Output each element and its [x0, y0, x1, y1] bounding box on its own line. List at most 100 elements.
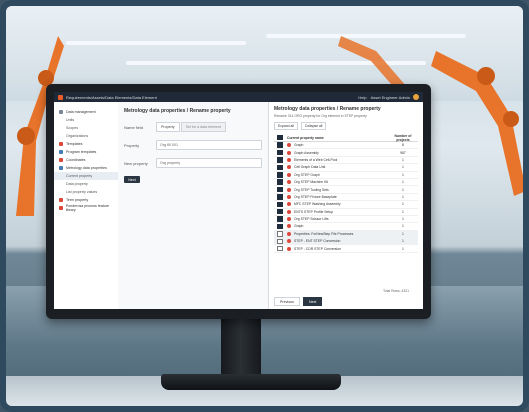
photo-frame: Requirements/Assets/Data Elements/Data E… — [0, 0, 529, 412]
table-row[interactable]: Graph 8 — [274, 142, 418, 150]
expand-all-button[interactable]: Expand all — [274, 122, 298, 130]
row-checkbox[interactable] — [277, 157, 283, 163]
project-count: 1 — [402, 239, 404, 244]
table-row[interactable]: Org STEP Fixture Baseplate 1 — [274, 194, 418, 202]
project-count: 1 — [402, 194, 404, 199]
table-row[interactable]: Graph Assembly 987 — [274, 149, 418, 157]
table-row[interactable]: Org STEP Tooling Sets 1 — [274, 186, 418, 194]
project-count: 1 — [402, 246, 404, 251]
table-row[interactable]: MFC STEP Washing Assembly 1 — [274, 201, 418, 209]
project-count: 1 — [402, 209, 404, 214]
sidebar-item[interactable]: Ponderosa process feature library — [54, 204, 118, 212]
form-row: New property Org property — [124, 158, 262, 168]
sidebar-item[interactable]: Program templates — [54, 148, 118, 156]
property-name: STEP - ENT STEP Conversion — [294, 239, 341, 244]
table-row[interactable]: STEP - CDR STEP Conversion 1 — [274, 245, 418, 253]
table-row[interactable]: Org STEP Machine Kit 1 — [274, 179, 418, 187]
robot-arm-right — [431, 51, 523, 196]
sidebar-item[interactable]: Organizations — [54, 132, 118, 140]
row-checkbox[interactable] — [277, 172, 283, 178]
property-select[interactable]: Org 80 001 — [156, 140, 262, 150]
column-header-name[interactable]: Current property name — [287, 136, 388, 140]
nav-icon — [59, 198, 63, 202]
row-checkbox[interactable] — [277, 245, 283, 252]
sidebar-item[interactable]: Coordinates — [54, 156, 118, 164]
project-count: 1 — [402, 172, 404, 177]
sidebar-item[interactable]: Metrology data properties — [54, 164, 118, 172]
row-checkbox[interactable] — [277, 231, 283, 237]
row-checkbox[interactable] — [277, 142, 283, 148]
field-label: New property — [124, 160, 148, 166]
sidebar-item[interactable]: Templates — [54, 140, 118, 148]
row-checkbox[interactable] — [277, 186, 283, 193]
project-count: 1 — [402, 165, 404, 170]
name-field-tabs: Property Set for a data element — [156, 122, 227, 132]
project-count: 1 — [402, 231, 404, 236]
row-checkbox[interactable] — [277, 179, 283, 185]
sidebar-item-label: List property values — [66, 190, 98, 194]
help-menu[interactable]: Help — [358, 95, 366, 100]
table-row[interactable]: Cell Graph Data Unit 1 — [274, 164, 418, 172]
new-property-input[interactable]: Org property — [156, 158, 262, 168]
project-count: 1 — [402, 157, 404, 162]
next-button[interactable]: Next — [124, 176, 140, 183]
row-checkbox[interactable] — [277, 216, 283, 222]
table-row[interactable]: STEP - ENT STEP Conversion 1 — [274, 238, 418, 246]
property-name: Org STEP Graph — [294, 172, 320, 177]
property-icon — [287, 217, 291, 222]
property-icon — [287, 143, 291, 148]
table-header: Current property name Number of projects — [274, 134, 418, 142]
sidebar-item-label: Units — [66, 118, 75, 122]
property-icon — [287, 150, 291, 155]
row-checkbox[interactable] — [277, 164, 283, 171]
field-label: Name field — [124, 124, 144, 130]
user-name[interactable]: Asset Engineer Admin — [371, 95, 410, 100]
property-list-panel: Metrology data properties / Rename prope… — [268, 102, 423, 309]
select-all-checkbox[interactable] — [277, 134, 283, 141]
nav-icon — [59, 142, 63, 146]
project-count: 987 — [400, 150, 406, 155]
sidebar-item-label: Data management — [66, 110, 96, 114]
collapse-all-button[interactable]: Collapse all — [300, 122, 327, 130]
tab-set-for-data-element[interactable]: Set for a data element — [180, 122, 226, 132]
property-name: ENTS STEP Profile Setup — [294, 209, 334, 214]
tab-property[interactable]: Property — [156, 122, 180, 132]
table-row[interactable]: ENTS STEP Profile Setup 1 — [274, 208, 418, 216]
sidebar-item[interactable]: Scopes — [54, 124, 118, 132]
property-icon — [287, 209, 291, 214]
row-checkbox[interactable] — [277, 201, 283, 208]
previous-button[interactable]: Previous — [274, 297, 300, 306]
table-row[interactable]: Elements of a Web Cell-Pool 1 — [274, 157, 418, 165]
sidebar-item-label: Program templates — [66, 150, 97, 154]
sidebar-item[interactable]: Data property — [54, 180, 118, 188]
sidebar-item[interactable]: Data management — [54, 108, 118, 116]
sidebar-item-label: Templates — [66, 142, 83, 146]
table-row[interactable]: Org STEP Graph 1 — [274, 172, 418, 179]
avatar[interactable] — [413, 94, 419, 100]
sidebar-item[interactable]: List property values — [54, 188, 118, 196]
sidebar-item[interactable]: Current property — [54, 172, 118, 180]
app-topbar: Requirements/Assets/Data Elements/Data E… — [54, 92, 423, 102]
sidebar-item-label: Term property — [66, 198, 89, 202]
property-name: MFC STEP Washing Assembly — [294, 202, 341, 207]
row-checkbox[interactable] — [277, 208, 283, 215]
row-checkbox[interactable] — [277, 149, 283, 156]
next-button[interactable]: Next — [302, 297, 323, 306]
row-checkbox[interactable] — [277, 238, 283, 245]
property-icon — [287, 239, 291, 244]
row-checkbox[interactable] — [277, 223, 283, 230]
panel-title: Metrology data properties / Rename prope… — [274, 106, 381, 112]
property-icon — [287, 194, 291, 199]
table-row[interactable]: Org STEP Scissor Lifts 1 — [274, 216, 418, 224]
nav-icon — [59, 206, 63, 210]
sidebar-item[interactable]: Units — [54, 116, 118, 124]
table-row[interactable]: Properties: ForNewStep File Processes 1 — [274, 230, 418, 239]
table-row[interactable]: Graph 1 — [274, 223, 418, 231]
row-checkbox[interactable] — [277, 194, 283, 200]
rename-form-panel: Metrology data properties / Rename prope… — [118, 102, 268, 309]
monitor-stand-neck — [221, 318, 261, 378]
sidebar-item[interactable]: Term property — [54, 196, 118, 204]
panel-actions: Expand all Collapse all — [274, 122, 418, 130]
table-body: Graph 8 Graph Assembly 987 Elements of a Web… — [274, 142, 418, 253]
column-header-count[interactable]: Number of projects — [388, 134, 418, 142]
